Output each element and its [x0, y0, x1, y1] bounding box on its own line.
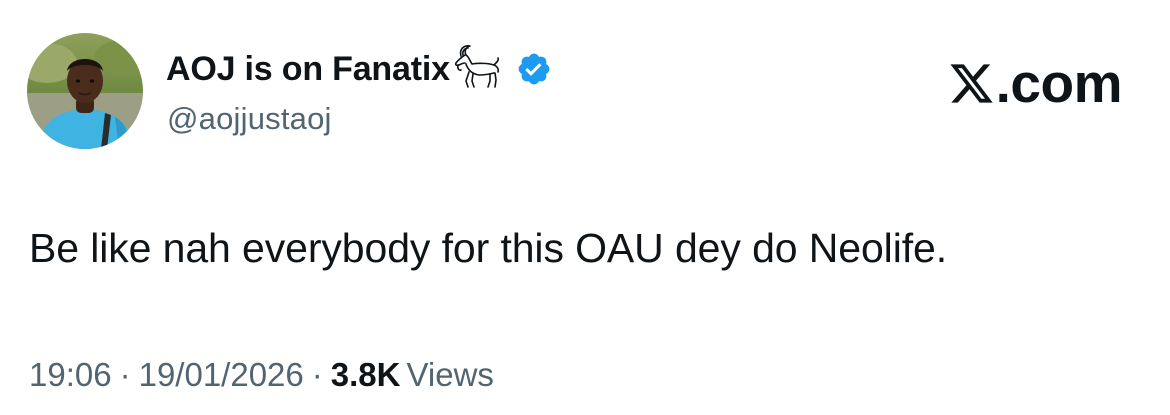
- meta-separator: ·: [119, 356, 131, 393]
- avatar[interactable]: [27, 33, 143, 149]
- x-logo-icon: [948, 60, 995, 107]
- avatar-photo: [27, 33, 143, 149]
- author-handle[interactable]: @aojjustaoj: [167, 100, 332, 137]
- tweet-time[interactable]: 19:06: [29, 356, 112, 393]
- goat-icon: [452, 43, 502, 91]
- meta-separator: ·: [311, 356, 323, 393]
- tweet-card: AOJ is on Fanatix @aojjustaoj .com Be li…: [0, 0, 1170, 415]
- x-com-logo: .com: [948, 51, 1123, 114]
- views-count: 3.8K: [330, 356, 401, 393]
- author-name-row: AOJ is on Fanatix: [166, 43, 552, 92]
- display-name[interactable]: AOJ is on Fanatix: [166, 52, 450, 86]
- tweet-text: Be like nah everybody for this OAU dey d…: [29, 225, 947, 271]
- x-com-domain-text: .com: [995, 51, 1123, 114]
- verified-badge-icon[interactable]: [516, 51, 552, 87]
- views-label: Views: [406, 356, 494, 393]
- tweet-meta: 19:06 · 19/01/2026 · 3.8K Views: [29, 355, 494, 395]
- tweet-date[interactable]: 19/01/2026: [139, 356, 304, 393]
